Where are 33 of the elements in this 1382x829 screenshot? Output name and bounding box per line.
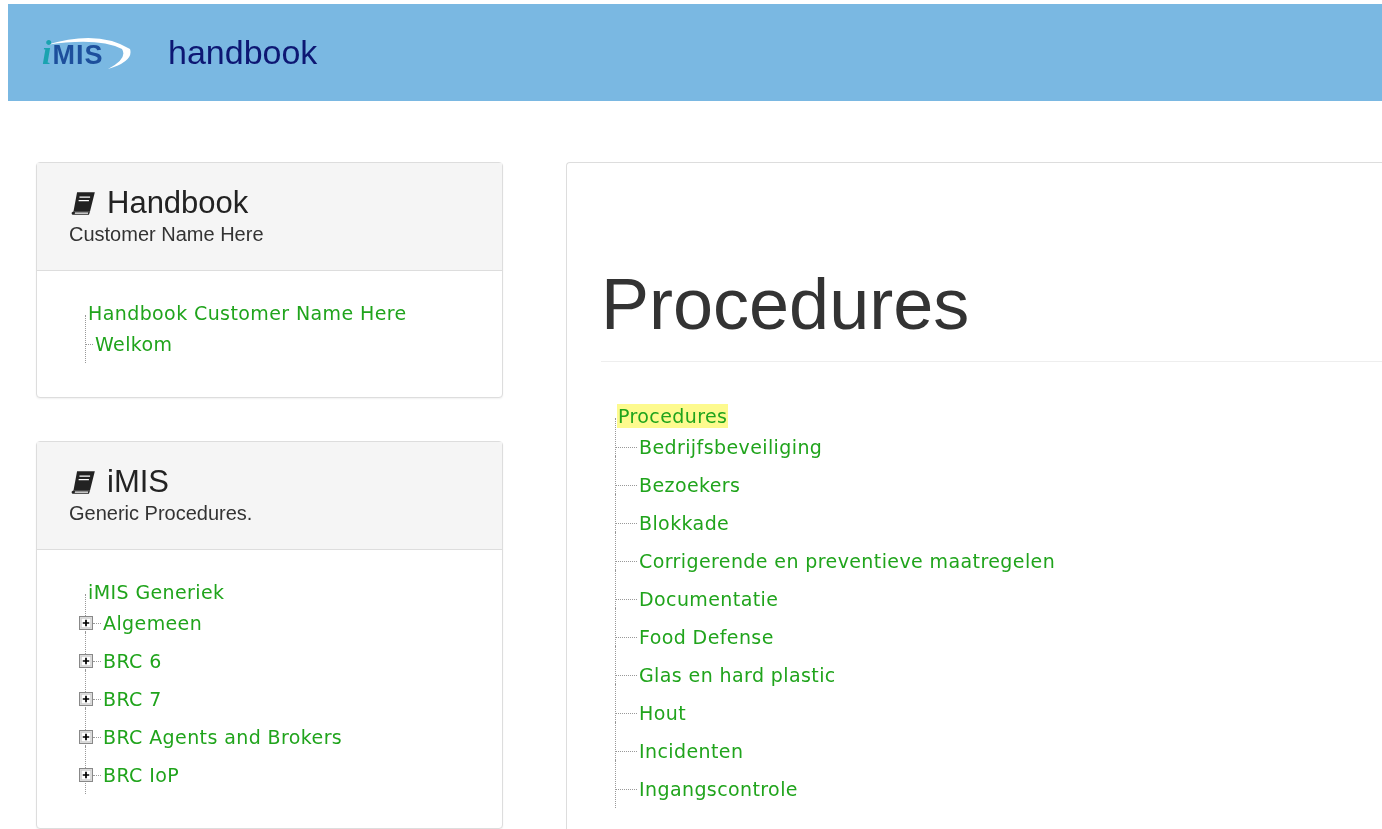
tree-root-link[interactable]: Procedures (617, 404, 729, 428)
tree-item-link[interactable]: Blokkade (638, 511, 731, 535)
expand-icon[interactable] (79, 730, 93, 744)
page-heading: Procedures (601, 263, 1382, 362)
expand-icon[interactable] (79, 768, 93, 782)
tree-item-link[interactable]: Documentatie (638, 587, 780, 611)
tree-root-link[interactable]: Handbook Customer Name Here (87, 301, 408, 325)
book-icon (69, 469, 97, 495)
tree-item-link[interactable]: Bezoekers (638, 473, 742, 497)
tree-item-link[interactable]: Incidenten (638, 739, 745, 763)
tree-item-link[interactable]: Algemeen (102, 611, 204, 635)
tree-item-link[interactable]: Glas en hard plastic (638, 663, 837, 687)
tree-item-link[interactable]: BRC IoP (102, 763, 181, 787)
tree-item-link[interactable]: BRC 6 (102, 649, 163, 673)
tree-item-link[interactable]: Hout (638, 701, 687, 725)
panel-title: iMIS (107, 464, 169, 500)
site-title: handbook (168, 33, 318, 72)
tree-item-link[interactable]: Ingangscontrole (638, 777, 799, 801)
panel-subtitle: Customer Name Here (69, 223, 265, 246)
tree-item-link[interactable]: Welkom (94, 332, 174, 356)
expand-icon[interactable] (79, 654, 93, 668)
tree-item-link[interactable]: Food Defense (638, 625, 775, 649)
panel-subtitle: Generic Procedures. (69, 502, 254, 525)
logo[interactable]: iMIS (38, 27, 142, 78)
tree-item-link[interactable]: BRC 7 (102, 687, 163, 711)
tree-root-link[interactable]: iMIS Generiek (87, 580, 226, 604)
tree-item-link[interactable]: Bedrijfsbeveiliging (638, 435, 824, 459)
expand-icon[interactable] (79, 692, 93, 706)
expand-icon[interactable] (79, 616, 93, 630)
panel-title: Handbook (107, 185, 249, 221)
book-icon (69, 190, 97, 216)
tree-item-link[interactable]: Corrigerende en preventieve maatregelen (638, 549, 1057, 573)
tree-item-link[interactable]: BRC Agents and Brokers (102, 725, 344, 749)
